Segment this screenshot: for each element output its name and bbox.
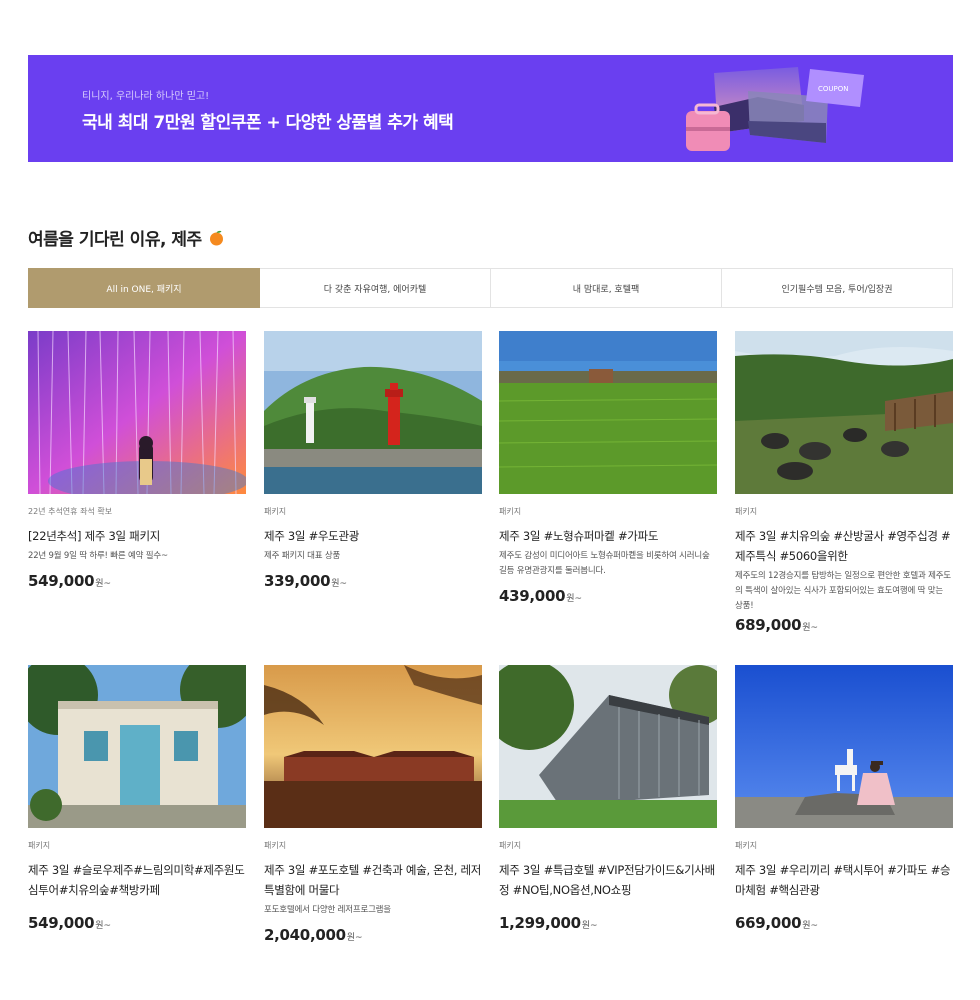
product-description: 제주도의 12경승지를 탐방하는 일정으로 편안한 호텔과 제주도의 특색이 살… xyxy=(735,571,951,611)
product-image xyxy=(499,331,717,494)
section-title-text: 여름을 기다린 이유, 제주 xyxy=(28,230,202,250)
product-tag: 패키지 xyxy=(735,841,758,850)
product-card[interactable]: 패키지 제주 3일 #우도관광 제주 패키지 대표 상품 339,000 원~ xyxy=(264,331,482,590)
product-card[interactable]: 패키지 제주 3일 #치유의숲 #산방굴사 #영주십경 #제주특식 #5060을… xyxy=(735,331,953,634)
price-value: 339,000 xyxy=(264,572,331,590)
product-title: 제주 3일 #노형슈퍼마켙 #가파도 xyxy=(499,529,659,543)
product-image xyxy=(499,665,717,828)
tab-package[interactable]: All in ONE, 패키지 xyxy=(28,268,260,308)
price-value: 549,000 xyxy=(28,914,95,932)
product-description: 포도호텔에서 다양한 레저프로그램을 xyxy=(264,905,391,915)
product-card[interactable]: 패키지 제주 3일 #노형슈퍼마켙 #가파도 제주도 감성이 미디어아트 노형슈… xyxy=(499,331,717,605)
price-value: 669,000 xyxy=(735,914,802,932)
tab-air-hotel[interactable]: 다 갖춘 자유여행, 에어카텔 xyxy=(260,268,491,308)
product-price: 549,000 원~ xyxy=(28,572,246,590)
product-description: 22년 9월 9일 딱 하루! 빠른 예약 필수~ xyxy=(28,551,168,561)
product-price: 339,000 원~ xyxy=(264,572,482,590)
product-description: 제주 패키지 대표 상품 xyxy=(264,551,341,561)
product-tag: 패키지 xyxy=(735,507,758,516)
product-title: [22년추석] 제주 3일 패키지 xyxy=(28,529,161,543)
product-price: 689,000 원~ xyxy=(735,616,953,634)
price-unit: 원~ xyxy=(566,594,583,604)
product-card[interactable]: 패키지 제주 3일 #포도호텔 #건축과 예술, 온천, 레저 특별함에 머물다… xyxy=(264,665,482,944)
price-unit: 원~ xyxy=(802,921,819,931)
product-title: 제주 3일 #우리끼리 #택시투어 #가파도 #승마체험 #핵심관광 xyxy=(735,863,951,897)
banner-title: 국내 최대 7만원 할인쿠폰 + 다양한 상품별 추가 혜택 xyxy=(82,113,454,133)
product-tag: 패키지 xyxy=(264,507,287,516)
product-image xyxy=(28,665,246,828)
product-price: 549,000 원~ xyxy=(28,914,246,932)
product-tag: 패키지 xyxy=(264,841,287,850)
coupon-icon: COUPON xyxy=(806,69,864,107)
product-image xyxy=(735,665,953,828)
product-title: 제주 3일 #포도호텔 #건축과 예술, 온천, 레저 특별함에 머물다 xyxy=(264,863,482,897)
price-unit: 원~ xyxy=(331,579,348,589)
product-price: 1,299,000 원~ xyxy=(499,914,717,932)
suitcase-icon xyxy=(686,103,730,151)
product-title: 제주 3일 #특급호텔 #VIP전담가이드&기사배정 #NO팁,NO옵션,NO쇼… xyxy=(499,863,715,897)
product-title: 제주 3일 #우도관광 xyxy=(264,529,360,543)
product-image xyxy=(264,331,482,494)
product-image xyxy=(735,331,953,494)
product-card[interactable]: 패키지 제주 3일 #우리끼리 #택시투어 #가파도 #승마체험 #핵심관광 6… xyxy=(735,665,953,932)
tab-hotel-pack[interactable]: 내 맘대로, 호텔팩 xyxy=(491,268,722,308)
price-unit: 원~ xyxy=(581,921,598,931)
product-image xyxy=(28,331,246,494)
product-card[interactable]: 패키지 제주 3일 #슬로우제주#느림의미학#제주원도심투어#치유의숲#책방카페… xyxy=(28,665,246,932)
product-title: 제주 3일 #슬로우제주#느림의미학#제주원도심투어#치유의숲#책방카페 xyxy=(28,863,245,897)
price-unit: 원~ xyxy=(95,921,112,931)
category-tabs: All in ONE, 패키지 다 갖춘 자유여행, 에어카텔 내 맘대로, 호… xyxy=(28,268,953,308)
product-card[interactable]: 22년 추석연휴 좌석 확보 [22년추석] 제주 3일 패키지 22년 9월 … xyxy=(28,331,246,590)
product-tag: 패키지 xyxy=(499,507,522,516)
price-value: 439,000 xyxy=(499,587,566,605)
product-image xyxy=(264,665,482,828)
product-price: 669,000 원~ xyxy=(735,914,953,932)
tangerine-icon xyxy=(208,229,225,246)
product-price: 439,000 원~ xyxy=(499,587,717,605)
price-value: 2,040,000 xyxy=(264,926,346,944)
price-unit: 원~ xyxy=(802,623,819,633)
product-tag: 22년 추석연휴 좌석 확보 xyxy=(28,507,113,516)
banner-subtitle: 티니지, 우리나라 하나만 믿고! xyxy=(82,91,210,102)
price-value: 689,000 xyxy=(735,616,802,634)
product-title: 제주 3일 #치유의숲 #산방굴사 #영주십경 #제주특식 #5060을위한 xyxy=(735,529,951,563)
price-value: 1,299,000 xyxy=(499,914,581,932)
product-tag: 패키지 xyxy=(28,841,51,850)
product-description: 제주도 감성이 미디어아트 노형슈퍼마켙을 비롯하여 시러니숲길등 유명관광지를… xyxy=(499,551,710,576)
price-value: 549,000 xyxy=(28,572,95,590)
price-unit: 원~ xyxy=(95,579,112,589)
section-title: 여름을 기다린 이유, 제주 xyxy=(28,225,225,250)
svg-text:COUPON: COUPON xyxy=(818,85,849,93)
product-tag: 패키지 xyxy=(499,841,522,850)
product-card[interactable]: 패키지 제주 3일 #특급호텔 #VIP전담가이드&기사배정 #NO팁,NO옵션… xyxy=(499,665,717,932)
promo-banner[interactable]: 티니지, 우리나라 하나만 믿고! 국내 최대 7만원 할인쿠폰 + 다양한 상… xyxy=(28,55,953,162)
banner-illustration: COUPON xyxy=(686,67,864,151)
price-unit: 원~ xyxy=(346,933,363,943)
tab-tour-tickets[interactable]: 인기필수템 모음, 투어/입장권 xyxy=(722,268,953,308)
product-price: 2,040,000 원~ xyxy=(264,926,482,944)
